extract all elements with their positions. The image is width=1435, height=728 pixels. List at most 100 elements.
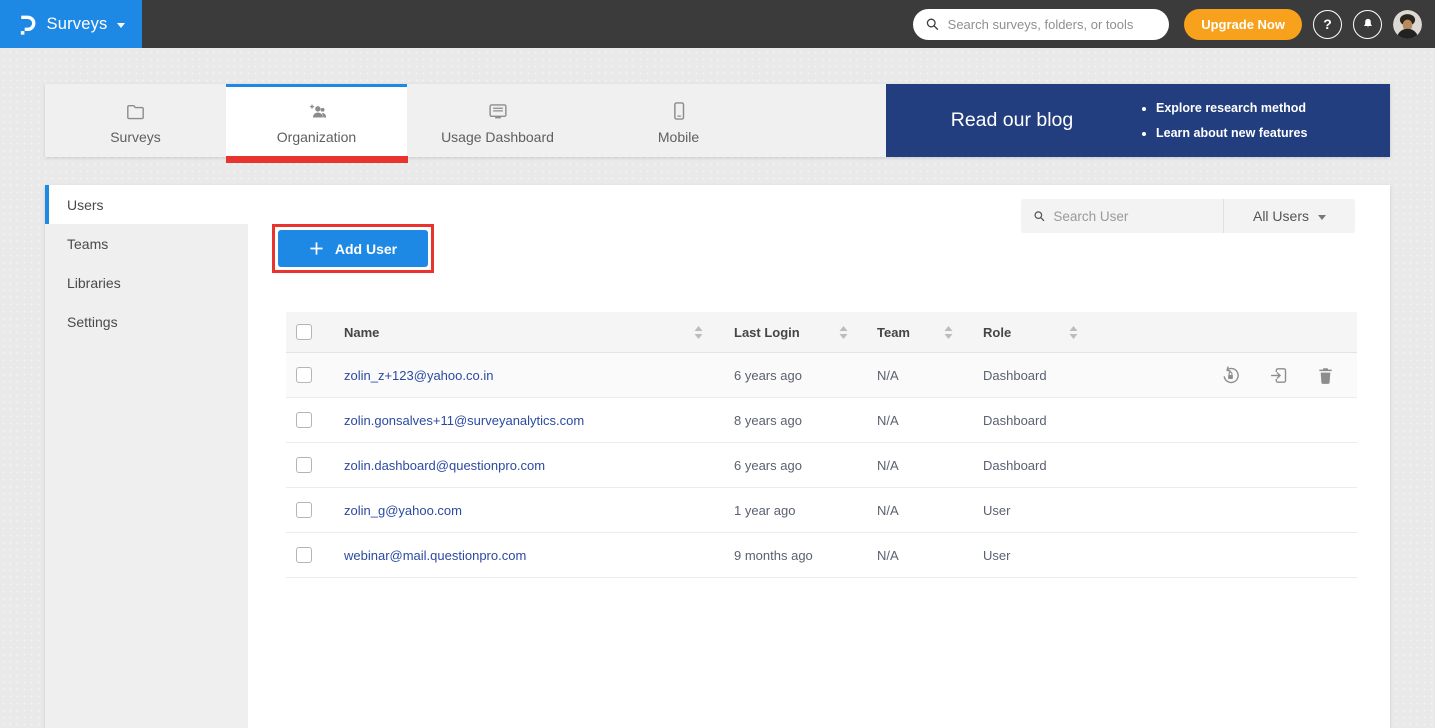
promo-bullet-list: Explore research method Learn about new …	[1138, 96, 1390, 145]
tab-usage-dashboard[interactable]: Usage Dashboard	[407, 84, 588, 157]
sort-icon[interactable]	[1069, 326, 1078, 339]
dashboard-icon	[486, 100, 510, 122]
team-value: N/A	[877, 503, 899, 518]
user-avatar[interactable]	[1393, 10, 1422, 39]
users-table: Name Last Login	[286, 312, 1357, 578]
team-value: N/A	[877, 368, 899, 383]
role-value: Dashboard	[983, 413, 1047, 428]
top-navigation-bar: Surveys Upgrade Now ?	[0, 0, 1435, 48]
global-search[interactable]	[913, 9, 1169, 40]
table-row: zolin_g@yahoo.com 1 year ago N/A User	[286, 488, 1357, 533]
promo-bullet: Explore research method	[1156, 96, 1390, 120]
row-checkbox[interactable]	[296, 547, 312, 563]
plus-icon	[309, 241, 324, 256]
sidebar-item-label: Teams	[67, 236, 108, 252]
search-user-box[interactable]	[1021, 199, 1224, 233]
chevron-down-icon	[117, 23, 125, 28]
user-email-link[interactable]: zolin_z+123@yahoo.co.in	[344, 368, 493, 383]
row-checkbox[interactable]	[296, 367, 312, 383]
column-header-last-login[interactable]: Last Login	[734, 325, 860, 340]
filter-selected-value: All Users	[1253, 208, 1309, 224]
team-value: N/A	[877, 413, 899, 428]
row-checkbox[interactable]	[296, 457, 312, 473]
upgrade-now-button[interactable]: Upgrade Now	[1184, 9, 1302, 40]
search-user-input[interactable]	[1053, 209, 1211, 224]
sidebar-item-teams[interactable]: Teams	[45, 224, 248, 263]
tab-mobile[interactable]: Mobile	[588, 84, 769, 157]
sidebar-item-label: Users	[67, 197, 104, 213]
user-email-link[interactable]: zolin.dashboard@questionpro.com	[344, 458, 545, 473]
table-header-row: Name Last Login	[286, 312, 1357, 353]
search-icon	[925, 16, 939, 32]
row-checkbox[interactable]	[296, 412, 312, 428]
search-icon	[1033, 209, 1045, 223]
folder-icon	[124, 100, 147, 122]
user-type-filter-dropdown[interactable]: All Users	[1224, 199, 1355, 233]
row-checkbox[interactable]	[296, 502, 312, 518]
tab-label: Organization	[277, 129, 356, 145]
tab-organization[interactable]: Organization	[226, 84, 407, 157]
select-all-checkbox[interactable]	[296, 324, 312, 340]
role-value: User	[983, 548, 1010, 563]
delete-user-button[interactable]	[1316, 365, 1335, 386]
sort-icon[interactable]	[839, 326, 848, 339]
tab-surveys[interactable]: Surveys	[45, 84, 226, 157]
tab-label: Surveys	[110, 129, 161, 145]
annotation-highlight-add-user: Add User	[272, 224, 434, 273]
table-row: zolin.dashboard@questionpro.com 6 years …	[286, 443, 1357, 488]
tab-label: Usage Dashboard	[441, 129, 554, 145]
chevron-down-icon	[1318, 215, 1326, 220]
table-row: webinar@mail.questionpro.com 9 months ag…	[286, 533, 1357, 578]
reset-password-button[interactable]	[1220, 365, 1241, 386]
sidebar-item-settings[interactable]: Settings	[45, 302, 248, 341]
user-email-link[interactable]: zolin_g@yahoo.com	[344, 503, 462, 518]
bell-icon	[1361, 17, 1375, 31]
sidebar-item-libraries[interactable]: Libraries	[45, 263, 248, 302]
login-as-user-button[interactable]	[1268, 365, 1289, 386]
sort-icon[interactable]	[694, 326, 703, 339]
tab-label: Mobile	[658, 129, 699, 145]
help-button[interactable]: ?	[1313, 10, 1342, 39]
blog-promo-banner[interactable]: Read our blog Explore research method Le…	[886, 84, 1390, 157]
annotation-highlight-organization-tab	[226, 156, 408, 163]
table-row: zolin_z+123@yahoo.co.in 6 years ago N/A …	[286, 353, 1357, 398]
question-mark-icon: ?	[1323, 16, 1332, 32]
notifications-button[interactable]	[1353, 10, 1382, 39]
organization-sidebar: Users Teams Libraries Settings	[45, 185, 248, 728]
column-header-name[interactable]: Name	[344, 325, 715, 340]
last-login-value: 1 year ago	[734, 503, 795, 518]
avatar-photo	[1393, 10, 1422, 39]
mobile-icon	[668, 100, 690, 122]
add-users-icon	[305, 100, 329, 122]
global-search-input[interactable]	[948, 17, 1158, 32]
users-content: Add User All Users Nam	[248, 185, 1390, 728]
role-value: User	[983, 503, 1010, 518]
user-email-link[interactable]: webinar@mail.questionpro.com	[344, 548, 526, 563]
module-tabs: Surveys Organization Usage Dashboard	[45, 84, 1390, 157]
last-login-value: 8 years ago	[734, 413, 802, 428]
sidebar-item-label: Settings	[67, 314, 118, 330]
user-filter-bar: All Users	[1021, 199, 1355, 233]
last-login-value: 6 years ago	[734, 458, 802, 473]
table-row: zolin.gonsalves+11@surveyanalytics.com 8…	[286, 398, 1357, 443]
sidebar-item-label: Libraries	[67, 275, 121, 291]
add-user-button[interactable]: Add User	[278, 230, 428, 267]
sort-icon[interactable]	[944, 326, 953, 339]
promo-bullet: Learn about new features	[1156, 121, 1390, 145]
team-value: N/A	[877, 458, 899, 473]
user-email-link[interactable]: zolin.gonsalves+11@surveyanalytics.com	[344, 413, 584, 428]
role-value: Dashboard	[983, 368, 1047, 383]
questionpro-logo-icon	[17, 13, 37, 36]
product-switcher[interactable]: Surveys	[0, 0, 142, 48]
organization-panel: Users Teams Libraries Settings Add User	[45, 185, 1390, 728]
team-value: N/A	[877, 548, 899, 563]
product-name: Surveys	[46, 15, 107, 34]
role-value: Dashboard	[983, 458, 1047, 473]
topbar-actions: Upgrade Now ?	[913, 9, 1435, 40]
column-header-role[interactable]: Role	[983, 325, 1090, 340]
promo-title: Read our blog	[886, 109, 1138, 132]
last-login-value: 9 months ago	[734, 548, 813, 563]
last-login-value: 6 years ago	[734, 368, 802, 383]
column-header-team[interactable]: Team	[877, 325, 965, 340]
sidebar-item-users[interactable]: Users	[45, 185, 248, 224]
